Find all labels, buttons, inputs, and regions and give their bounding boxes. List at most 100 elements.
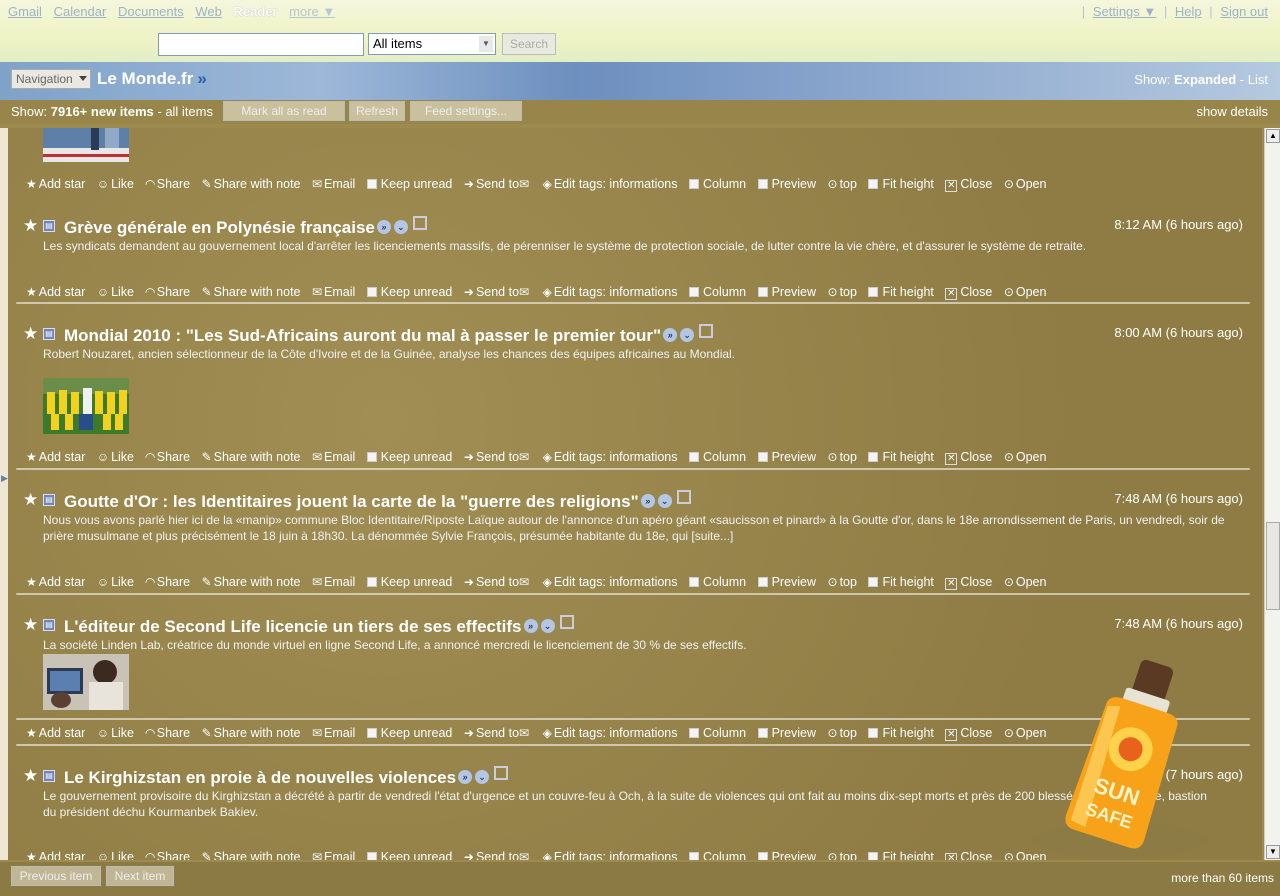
column-checkbox[interactable] [689,852,699,860]
view-list[interactable]: List [1248,72,1268,87]
like-action[interactable]: ☺ Like [97,177,134,191]
email-action[interactable]: ✉ Email [312,850,355,860]
open-action[interactable]: ⊙ Open [1004,575,1047,589]
scrollbar[interactable]: ▲ ▼ [1264,128,1280,860]
send-to-action[interactable]: ➜ Send to✉ [464,850,531,860]
feed-more-icon[interactable]: » [197,69,206,88]
preview-action[interactable]: Preview [757,450,816,464]
share-note-action[interactable]: ✎ Share with note [202,575,301,589]
keep-unread-action[interactable]: Keep unread [366,575,452,589]
close-action[interactable]: ✕ Close [945,450,992,465]
keep-unread-action[interactable]: Keep unread [366,177,452,191]
add-star-action[interactable]: ★ Add star [26,177,85,191]
close-action[interactable]: ✕ Close [945,285,992,300]
share-note-action[interactable]: ✎ Share with note [202,726,301,740]
checkbox-icon[interactable] [676,490,691,504]
refresh-button[interactable]: Refresh [349,101,405,121]
share-action[interactable]: ◠ Share [146,575,191,589]
send-to-action[interactable]: ➜ Send to✉ [464,575,531,589]
feed-title[interactable]: Le Monde.fr» [97,69,207,89]
open-action[interactable]: ⊙ Open [1004,285,1047,299]
forward-icon[interactable]: » [663,328,678,342]
keep-unread-checkbox[interactable] [366,728,377,738]
column-checkbox[interactable] [689,577,699,587]
fit-height-action[interactable]: Fit height [868,726,934,740]
help-link[interactable]: Help [1175,4,1202,19]
mark-all-read-button[interactable]: Mark all as read [223,101,345,121]
forward-icon[interactable]: » [458,770,473,784]
preview-action[interactable]: Preview [757,726,816,740]
column-action[interactable]: Column [689,575,746,589]
fit-height-action[interactable]: Fit height [868,575,934,589]
keep-unread-checkbox[interactable] [366,179,377,189]
calendar-link[interactable]: Calendar [54,4,107,19]
forward-icon[interactable]: » [640,494,655,508]
checkbox-icon[interactable] [699,324,714,338]
fit-height-action[interactable]: Fit height [868,285,934,299]
entry-title[interactable]: Mondial 2010 : "Les Sud-Africains auront… [64,324,714,346]
navigation-button[interactable]: Navigation [11,69,91,89]
top-action[interactable]: ⊙ top [828,450,857,464]
like-action[interactable]: ☺ Like [97,726,134,740]
send-to-action[interactable]: ➜ Send to✉ [464,726,531,740]
settings-link[interactable]: Settings ▼ [1093,4,1156,19]
documents-link[interactable]: Documents [118,4,184,19]
preview-checkbox[interactable] [757,852,768,860]
share-action[interactable]: ◠ Share [146,450,191,464]
share-note-action[interactable]: ✎ Share with note [202,850,301,860]
more-menu[interactable]: more ▼ [289,4,335,19]
share-action[interactable]: ◠ Share [146,726,191,740]
column-action[interactable]: Column [689,177,746,191]
share-note-action[interactable]: ✎ Share with note [202,285,301,299]
top-action[interactable]: ⊙ top [828,850,857,860]
preview-checkbox[interactable] [757,179,768,189]
star-icon[interactable]: ★ [23,216,38,236]
edit-tags-action[interactable]: ◈ Edit tags: informations [543,850,678,860]
preview-action[interactable]: Preview [757,850,816,860]
web-link[interactable]: Web [195,4,222,19]
preview-action[interactable]: Preview [757,285,816,299]
column-checkbox[interactable] [689,287,699,297]
add-star-action[interactable]: ★ Add star [26,726,85,740]
search-button[interactable]: Search [502,33,556,55]
star-icon[interactable]: ★ [23,766,38,786]
add-star-action[interactable]: ★ Add star [26,850,85,860]
column-action[interactable]: Column [689,450,746,464]
view-expanded[interactable]: Expanded [1174,72,1236,87]
scroll-down-icon[interactable]: ▼ [1266,845,1280,859]
new-items-count[interactable]: 7916+ new items [51,104,154,119]
sign-out-link[interactable]: Sign out [1220,4,1268,19]
fit-height-action[interactable]: Fit height [868,450,934,464]
checkbox-icon[interactable] [559,615,574,629]
edit-tags-action[interactable]: ◈ Edit tags: informations [543,177,678,191]
column-checkbox[interactable] [689,452,699,462]
top-action[interactable]: ⊙ top [828,177,857,191]
scroll-up-icon[interactable]: ▲ [1266,129,1280,143]
checkbox-icon[interactable] [494,766,509,780]
expand-icon[interactable]: ▶ [1,473,8,484]
keep-unread-action[interactable]: Keep unread [366,450,452,464]
gmail-link[interactable]: Gmail [8,4,42,19]
like-action[interactable]: ☺ Like [97,450,134,464]
keep-unread-action[interactable]: Keep unread [366,850,452,860]
entry-title[interactable]: Grève générale en Polynésie française» ⌄ [64,216,427,238]
entry-title[interactable]: L'éditeur de Second Life licencie un tie… [64,615,574,637]
fit-height-checkbox[interactable] [868,452,879,462]
preview-action[interactable]: Preview [757,177,816,191]
send-to-action[interactable]: ➜ Send to✉ [464,450,531,464]
expand-icon[interactable]: ⌄ [657,494,672,508]
show-details-link[interactable]: show details [1196,104,1268,119]
forward-icon[interactable]: » [523,619,538,633]
like-action[interactable]: ☺ Like [97,575,134,589]
fit-height-checkbox[interactable] [868,728,879,738]
star-icon[interactable]: ★ [23,324,38,344]
star-icon[interactable]: ★ [23,490,38,510]
feed-settings-button[interactable]: Feed settings... [410,101,522,121]
previous-item-button[interactable]: Previous item [11,866,101,886]
fit-height-checkbox[interactable] [868,287,879,297]
keep-unread-checkbox[interactable] [366,852,377,860]
edit-tags-action[interactable]: ◈ Edit tags: informations [543,450,678,464]
expand-icon[interactable]: ⌄ [540,619,555,633]
close-action[interactable]: ✕ Close [945,177,992,192]
column-action[interactable]: Column [689,285,746,299]
